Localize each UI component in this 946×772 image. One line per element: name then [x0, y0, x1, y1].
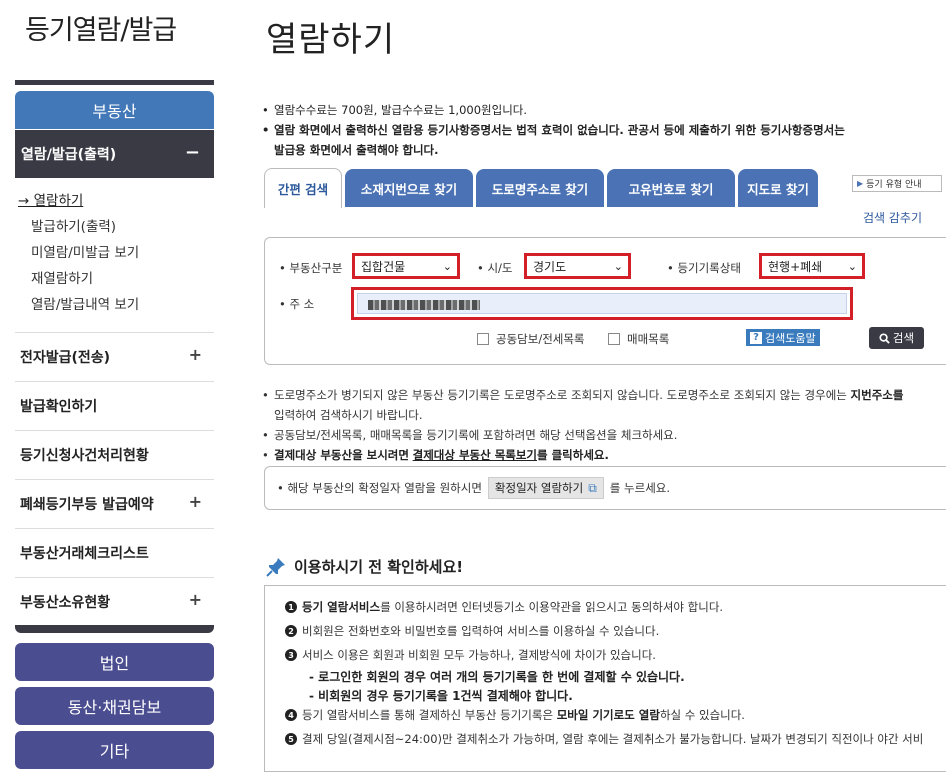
sidebar-etc-button[interactable]: 기타 [15, 731, 214, 769]
registry-type-guide-button[interactable]: ▶ 등기 유형 안내 [852, 175, 942, 192]
expand-icon[interactable]: + [189, 492, 202, 511]
sidebar-item-checklist[interactable]: 부동산거래체크리스트 [15, 528, 214, 577]
tab-road-address[interactable]: 도로명주소로 찾기 [476, 169, 604, 207]
sidebar-divider [15, 625, 214, 633]
note-item: 결제대상 부동산을 보시려면 결제대상 부동산 목록보기를 클릭하세요. [262, 445, 942, 465]
notice-item: 열람 화면에서 출력하신 열람용 등기사항증명서는 법적 효력이 없습니다. 관… [262, 120, 942, 140]
number-4-icon: 4 [285, 709, 297, 721]
tab-map[interactable]: 지도로 찾기 [738, 169, 818, 207]
check-item: 5 결제 당일(결제시점~24:00)만 결제취소가 가능하며, 열람 후에는 … [285, 731, 923, 747]
tab-lot-number[interactable]: 소재지번으로 찾기 [345, 169, 473, 207]
record-status-select[interactable]: 현행+폐쇄 ⌄ [759, 253, 865, 279]
checkbox[interactable] [477, 333, 489, 345]
tab-simple-search[interactable]: 간편 검색 [264, 168, 342, 208]
submenu-unviewed[interactable]: 미열람/미발급 보기 [15, 240, 214, 266]
number-3-icon: 3 [285, 649, 297, 661]
search-panel: • 부동산구분 집합건물 ⌄ • 시/도 경기도 ⌄ • 등기기록상태 현행+폐… [264, 237, 946, 365]
sidebar-title: 등기열람/발급 [25, 15, 177, 46]
address-label: • 주 소 [279, 297, 315, 311]
note-item: 입력하여 검색하시기 바랍니다. [274, 408, 423, 422]
submenu-issue[interactable]: 발급하기(출력) [15, 214, 214, 240]
left-sidebar: 등기열람/발급 부동산 열람/발급(출력) − → 열람하기 발급하기(출력) … [15, 0, 214, 772]
sidebar-item-label: 부동산거래체크리스트 [20, 546, 149, 562]
check-section-title: 이용하시기 전 확인하세요! [266, 556, 463, 577]
sidebar-item-closed-reservation[interactable]: 폐쇄등기부등 발급예약 + [15, 479, 214, 528]
notice-item: 발급용 화면에서 출력해야 합니다. [274, 143, 439, 157]
fee-notice: 열람수수료는 700원, 발급수수료는 1,000원입니다. 열람 화면에서 출… [262, 100, 942, 160]
sidebar-item-view-issue[interactable]: 열람/발급(출력) − [15, 130, 214, 178]
address-field-highlight [351, 287, 853, 320]
sidebar-item-case-status[interactable]: 등기신청사건처리현황 [15, 430, 214, 479]
mortgage-list-checkbox[interactable]: 공동담보/전세목록 [477, 331, 585, 347]
chevron-down-icon: ⌄ [613, 260, 623, 273]
sidebar-item-label: 전자발급(전송) [20, 350, 111, 366]
number-2-icon: 2 [285, 625, 297, 637]
sidebar-movable-button[interactable]: 동산·채권담보 [15, 687, 214, 725]
hide-search-link[interactable]: 검색 감추기 [863, 209, 922, 226]
address-input[interactable] [357, 293, 847, 314]
check-subitem: - 로그인한 회원의 경우 여러 개의 등기기록을 한 번에 결제할 수 있습니… [309, 670, 685, 684]
sidebar-divider [15, 80, 214, 85]
check-list-panel: 1 등기 열람서비스 를 이용하시려면 인터넷등기소 이용약관을 읽으시고 동의하… [264, 585, 946, 772]
collapse-icon[interactable]: − [185, 142, 200, 163]
sidebar-item-e-issue[interactable]: 전자발급(전송) + [15, 332, 214, 381]
tab-unique-number[interactable]: 고유번호로 찾기 [607, 169, 735, 207]
check-item: 3 서비스 이용은 회원과 비회원 모두 가능하나, 결제방식에 차이가 있습니… [285, 647, 656, 663]
sidebar-item-label: 등기신청사건처리현황 [20, 448, 149, 464]
payment-list-link[interactable]: 결제대상 부동산 목록보기 [413, 448, 537, 462]
main-content: 열람하기 열람수수료는 700원, 발급수수료는 1,000원입니다. 열람 화… [248, 0, 946, 772]
number-5-icon: 5 [285, 733, 297, 745]
sidebar-item-ownership[interactable]: 부동산소유현황 + [15, 577, 214, 626]
checkbox[interactable] [608, 333, 620, 345]
sidebar-submenu: → 열람하기 발급하기(출력) 미열람/미발급 보기 재열람하기 열람/발급내역… [15, 188, 214, 318]
sidebar-item-label: 폐쇄등기부등 발급예약 [20, 497, 154, 513]
check-subitem: - 비회원의 경우 등기기록을 1건씩 결제해야 합니다. [309, 689, 573, 703]
masked-address-text [368, 300, 480, 310]
notice-item: 열람수수료는 700원, 발급수수료는 1,000원입니다. [262, 100, 942, 120]
submenu-history[interactable]: 열람/발급내역 보기 [15, 292, 214, 318]
check-item: 1 등기 열람서비스 를 이용하시려면 인터넷등기소 이용약관을 읽으시고 동의하… [285, 599, 723, 615]
search-icon [879, 332, 890, 344]
fixed-date-panel: • 해당 부동산의 확정일자 열람을 원하시면 확정일자 열람하기 ⧉ 를 누르… [264, 466, 946, 510]
expand-icon[interactable]: + [189, 345, 202, 364]
search-button[interactable]: 검색 [869, 327, 924, 349]
number-1-icon: 1 [285, 601, 297, 613]
check-item: 4 등기 열람서비스를 통해 결제하신 부동산 등기기록은 모바일 기기로도 열… [285, 707, 745, 723]
sidebar-realestate-button[interactable]: 부동산 [15, 91, 214, 129]
region-select[interactable]: 경기도 ⌄ [524, 253, 631, 279]
submenu-view[interactable]: → 열람하기 [15, 188, 214, 214]
expand-icon[interactable]: + [189, 590, 202, 609]
search-help-button[interactable]: ? 검색도움말 [746, 329, 820, 346]
submenu-review[interactable]: 재열람하기 [15, 266, 214, 292]
fixed-date-view-button[interactable]: 확정일자 열람하기 ⧉ [487, 477, 604, 499]
trade-list-checkbox[interactable]: 매매목록 [608, 331, 669, 347]
record-status-label: • 등기기록상태 [667, 261, 741, 275]
play-icon: ▶ [857, 179, 864, 188]
sidebar-corporate-button[interactable]: 법인 [15, 643, 214, 681]
sidebar-item-label: 발급확인하기 [20, 399, 98, 415]
sidebar-item-label: 열람/발급(출력) [21, 147, 117, 163]
external-link-icon: ⧉ [588, 480, 597, 495]
page-title: 열람하기 [266, 20, 396, 60]
question-icon: ? [750, 331, 762, 344]
sidebar-item-label: 부동산소유현황 [20, 595, 111, 611]
note-item: 공동담보/전세목록, 매매목록을 등기기록에 포함하려면 해당 선택옵션을 체크… [262, 425, 942, 445]
check-item: 2 비회원은 전화번호와 비밀번호를 입력하여 서비스를 이용하실 수 있습니다… [285, 623, 659, 639]
property-type-select[interactable]: 집합건물 ⌄ [352, 253, 460, 279]
pin-icon [266, 557, 285, 577]
chevron-down-icon: ⌄ [847, 260, 857, 273]
region-label: • 시/도 [477, 261, 513, 275]
chevron-down-icon: ⌄ [442, 260, 452, 273]
property-type-label: • 부동산구분 [279, 261, 343, 275]
search-notes: 도로명주소가 병기되지 않은 부동산 등기기록은 도로명주소로 조회되지 않습니… [262, 385, 942, 465]
sidebar-item-issue-check[interactable]: 발급확인하기 [15, 381, 214, 430]
note-item: 도로명주소가 병기되지 않은 부동산 등기기록은 도로명주소로 조회되지 않습니… [262, 385, 942, 405]
